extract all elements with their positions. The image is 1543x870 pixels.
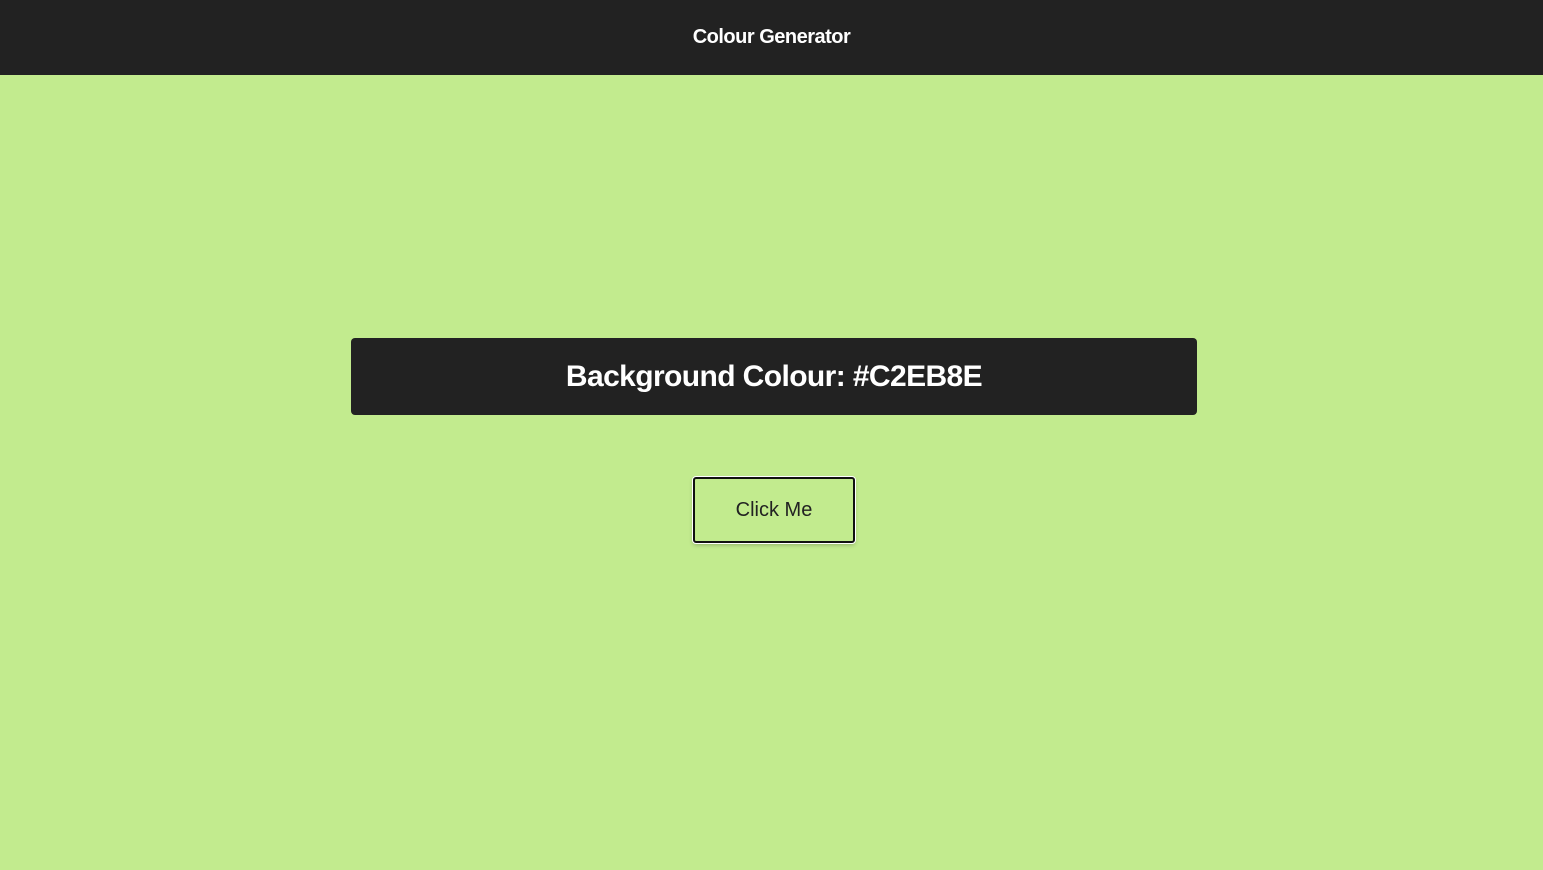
top-navbar: Colour Generator [0, 0, 1543, 75]
colour-display-banner: Background Colour: #C2EB8E [351, 338, 1197, 415]
app-title: Colour Generator [692, 26, 851, 48]
background-colour-label: Background Colour: #C2EB8E [565, 359, 983, 393]
click-me-button[interactable]: Click Me [693, 477, 855, 543]
